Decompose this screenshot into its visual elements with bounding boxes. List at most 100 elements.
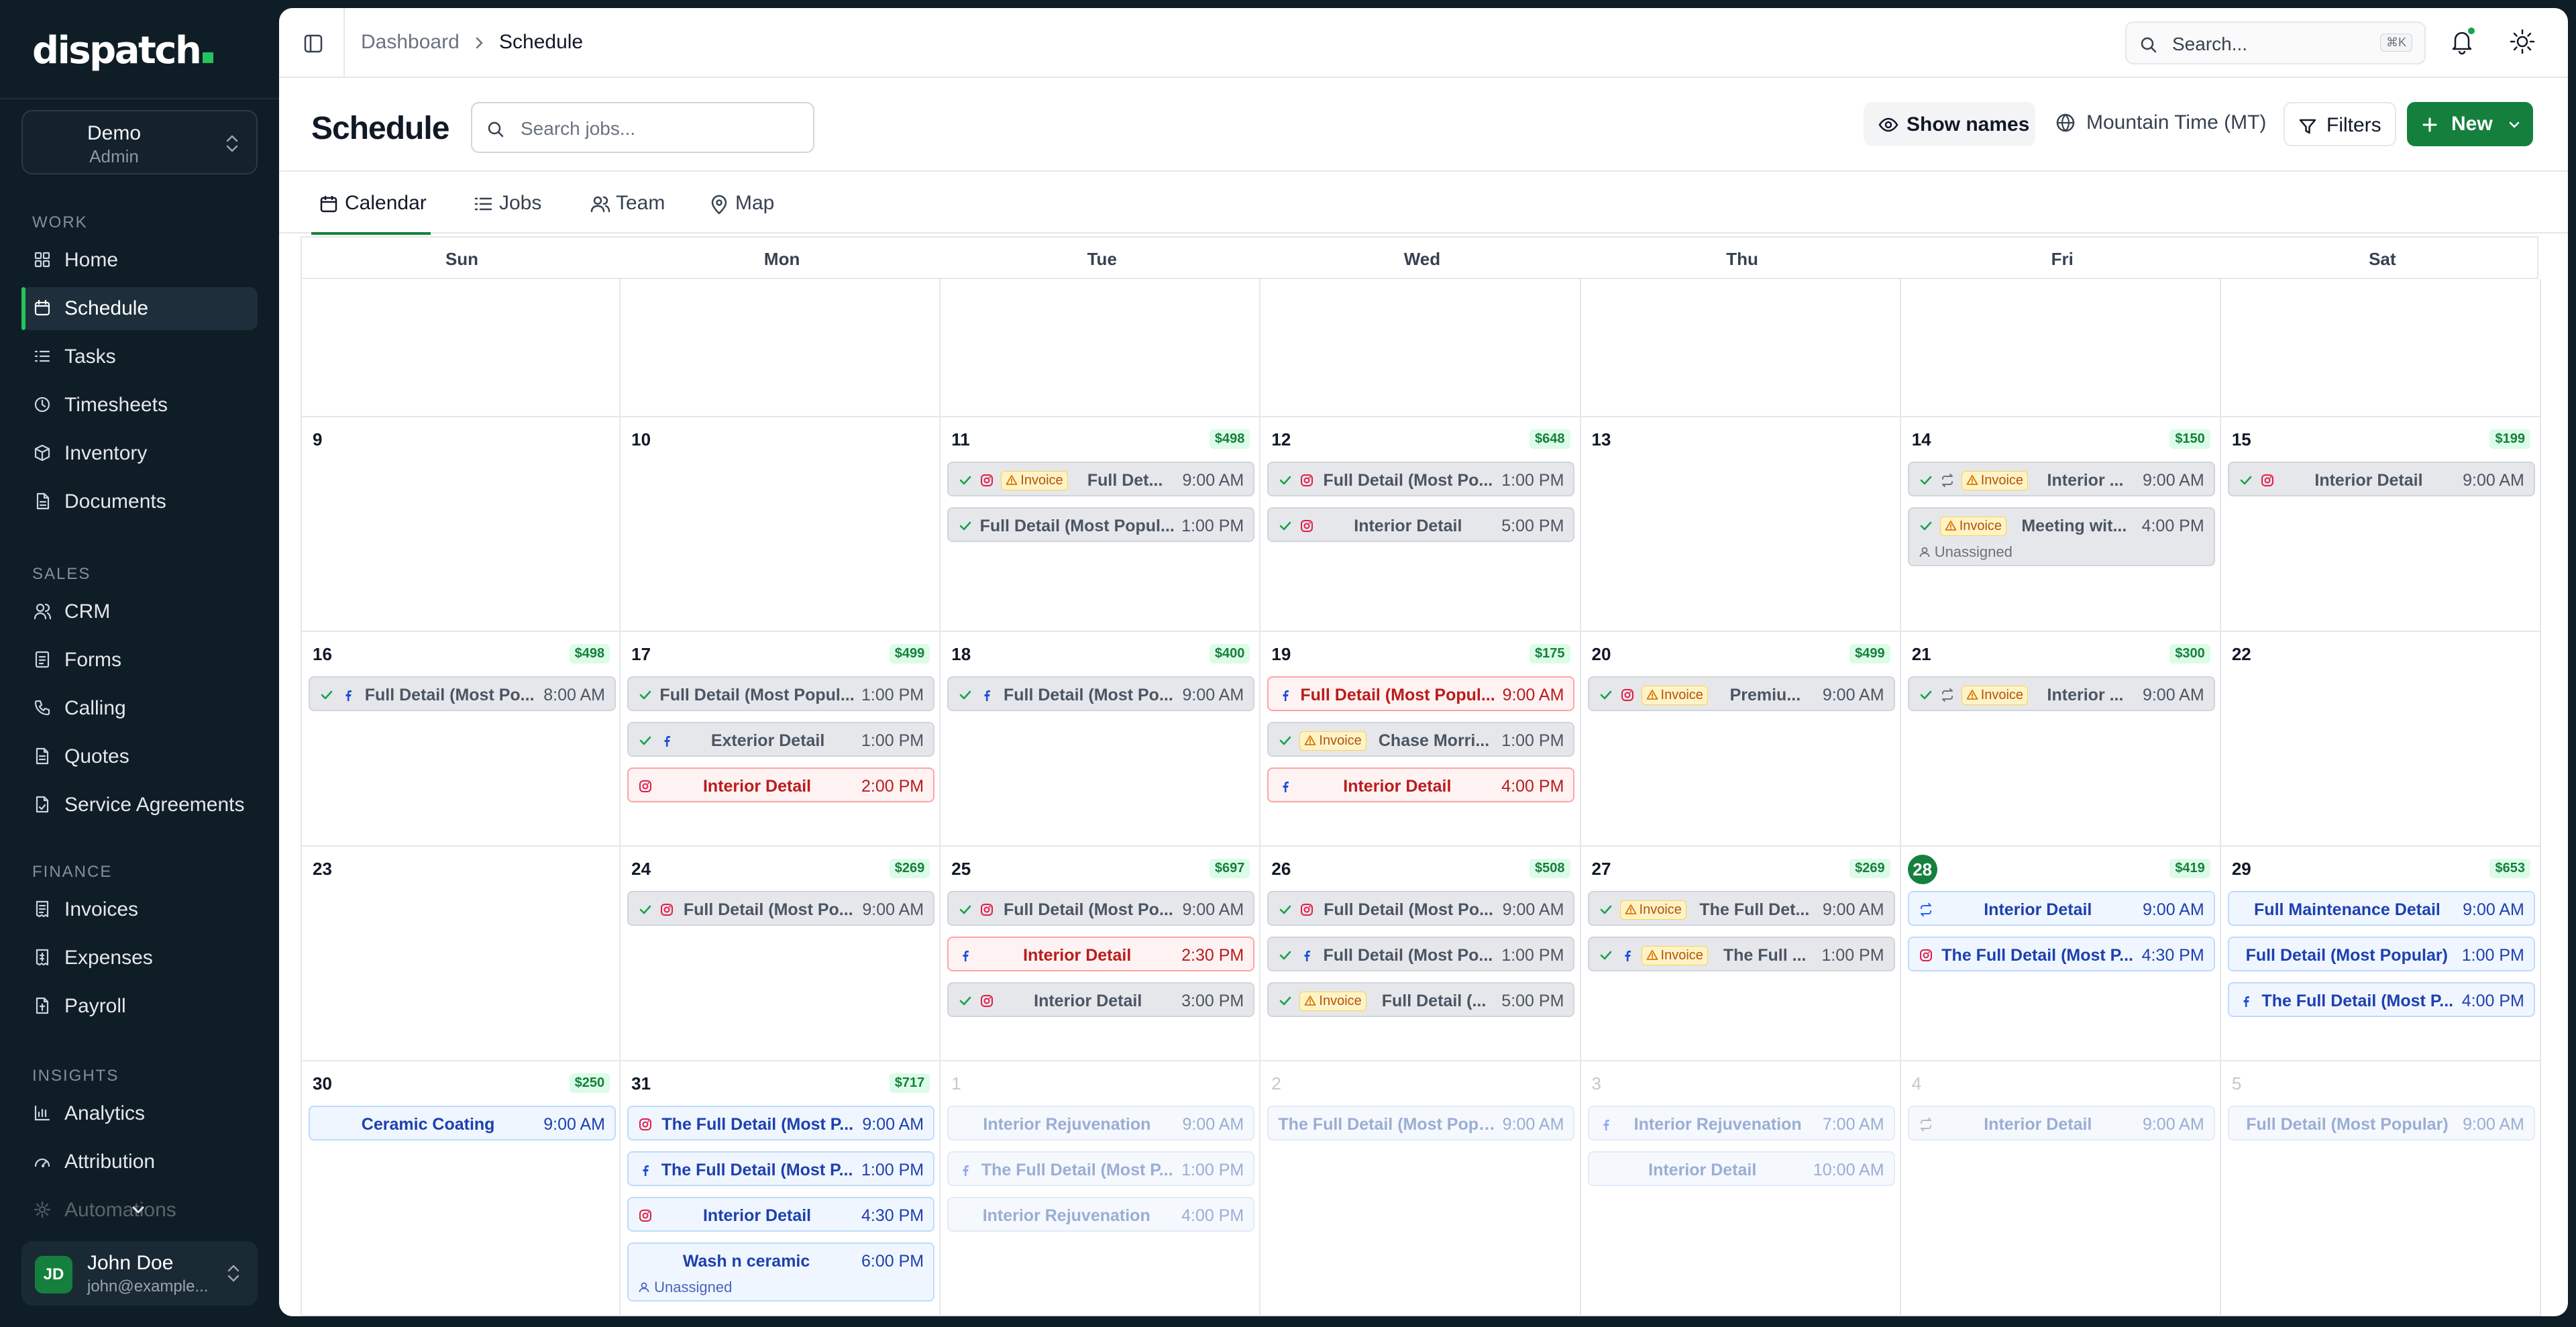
job-event[interactable]: Interior Detail 4:00 PM	[1267, 767, 1575, 802]
calendar-day-cell[interactable]: 9	[301, 417, 621, 632]
calendar-day-cell[interactable]	[1580, 279, 1901, 417]
job-event[interactable]: Full Detail (Most Po... 9:00 AM	[627, 891, 935, 926]
sidebar-item-schedule[interactable]: Schedule	[21, 287, 258, 330]
job-event[interactable]: Invoice Full Detail (... 5:00 PM	[1267, 982, 1575, 1017]
job-event[interactable]: Full Detail (Most Po... 9:00 AM	[947, 676, 1255, 711]
sun-icon[interactable]	[2509, 28, 2536, 55]
user-menu[interactable]: JD John Doe john@example...	[21, 1241, 258, 1306]
sidebar-item-expenses[interactable]: Expenses	[21, 937, 258, 979]
job-event[interactable]: Interior Detail 2:00 PM	[627, 767, 935, 802]
calendar-day-cell[interactable]: 10	[621, 417, 941, 632]
job-event[interactable]: The Full Detail (Most P... 1:00 PM	[947, 1151, 1255, 1186]
job-event[interactable]: Full Detail (Most Po... 9:00 AM	[947, 891, 1255, 926]
job-event[interactable]: Full Detail (Most Po... 1:00 PM	[1267, 462, 1575, 496]
sidebar-toggle-icon[interactable]	[303, 34, 323, 54]
job-event[interactable]: Full Detail (Most Popular) 9:00 AM	[2227, 1106, 2535, 1140]
job-event[interactable]: Interior Detail 9:00 AM	[2227, 462, 2535, 496]
new-button[interactable]: New	[2407, 102, 2533, 146]
sidebar-item-analytics[interactable]: Analytics	[21, 1092, 258, 1135]
job-event[interactable]: Interior Rejuvenation 7:00 AM	[1587, 1106, 1895, 1140]
sidebar-item-payroll[interactable]: Payroll	[21, 985, 258, 1028]
job-event[interactable]: Invoice Interior ... 9:00 AM	[1907, 676, 2215, 711]
tab-calendar[interactable]: Calendar	[311, 172, 431, 235]
calendar-day-cell[interactable]: 27 $269 Invoice The Full Det... 9:00 AM Invoi…	[1580, 847, 1901, 1061]
calendar-day-cell[interactable]: 1 Interior Rejuvenation 9:00 AM The Full De…	[941, 1061, 1261, 1316]
tab-map[interactable]: Map	[702, 172, 782, 233]
job-event[interactable]: Interior Detail 9:00 AM	[1907, 1106, 2215, 1140]
job-event[interactable]: Interior Detail 9:00 AM	[1907, 891, 2215, 926]
calendar-day-cell[interactable]	[301, 279, 621, 417]
job-event[interactable]: Full Maintenance Detail 9:00 AM	[2227, 891, 2535, 926]
calendar-day-cell[interactable]: 25 $697 Full Detail (Most Po... 9:00 AM Inte…	[941, 847, 1261, 1061]
job-event[interactable]: The Full Detail (Most P... 1:00 PM	[627, 1151, 935, 1186]
job-event[interactable]: Ceramic Coating 9:00 AM	[309, 1106, 616, 1140]
job-event[interactable]: Invoice Premiu... 9:00 AM	[1587, 676, 1895, 711]
job-event[interactable]: The Full Detail (Most P... 4:00 PM	[2227, 982, 2535, 1017]
calendar-day-cell[interactable]: 20 $499 Invoice Premiu... 9:00 AM	[1580, 632, 1901, 847]
sidebar-item-crm[interactable]: CRM	[21, 590, 258, 633]
calendar-day-cell[interactable]	[2220, 279, 2541, 417]
global-search[interactable]: Search... ⌘K	[2125, 21, 2426, 64]
calendar-day-cell[interactable]: 3 Interior Rejuvenation 7:00 AM Interior De…	[1580, 1061, 1901, 1316]
calendar-day-cell[interactable]	[1900, 279, 2221, 417]
job-event[interactable]: Full Detail (Most Popul... 1:00 PM	[947, 507, 1255, 542]
job-event[interactable]: Exterior Detail 1:00 PM	[627, 722, 935, 757]
sidebar-item-service-agreements[interactable]: Service Agreements	[21, 784, 258, 827]
calendar-day-cell[interactable]: 14 $150 Invoice Interior ... 9:00 AM Invoice M…	[1900, 417, 2221, 632]
job-event[interactable]: Full Detail (Most Po... 8:00 AM	[309, 676, 616, 711]
calendar-day-cell[interactable]: 21 $300 Invoice Interior ... 9:00 AM	[1900, 632, 2221, 847]
sidebar-item-tasks[interactable]: Tasks	[21, 335, 258, 378]
calendar-day-cell[interactable]: 26 $508 Full Detail (Most Po... 9:00 AM Full…	[1260, 847, 1581, 1061]
job-event[interactable]: Interior Rejuvenation 4:00 PM	[947, 1197, 1255, 1232]
show-names-button[interactable]: Show names	[1864, 102, 2035, 146]
job-event[interactable]: Invoice The Full ... 1:00 PM	[1587, 937, 1895, 971]
job-event[interactable]: Interior Detail 4:30 PM	[627, 1197, 935, 1232]
job-event[interactable]: Invoice Full Det... 9:00 AM	[947, 462, 1255, 496]
sidebar-item-home[interactable]: Home	[21, 239, 258, 282]
calendar-day-cell[interactable]: 11 $498 Invoice Full Det... 9:00 AM Full Deta…	[941, 417, 1261, 632]
sidebar-item-attribution[interactable]: Attribution	[21, 1140, 258, 1183]
job-event[interactable]: Full Detail (Most Popul... 1:00 PM	[627, 676, 935, 711]
calendar-day-cell[interactable]: 16 $498 Full Detail (Most Po... 8:00 AM	[301, 632, 621, 847]
calendar-day-cell[interactable]	[941, 279, 1261, 417]
calendar-day-cell[interactable]: 31 $717 The Full Detail (Most P... 9:00 AM T…	[621, 1061, 941, 1316]
tab-team[interactable]: Team	[582, 172, 665, 233]
job-event[interactable]: Full Detail (Most Popular) 1:00 PM	[2227, 937, 2535, 971]
calendar-day-cell[interactable]: 13	[1580, 417, 1901, 632]
job-event[interactable]: Full Detail (Most Po... 1:00 PM	[1267, 937, 1575, 971]
calendar-day-cell[interactable]: 12 $648 Full Detail (Most Po... 1:00 PM Inte…	[1260, 417, 1581, 632]
calendar-day-cell[interactable]: 19 $175 Full Detail (Most Popul... 9:00 AM I…	[1260, 632, 1581, 847]
job-event[interactable]: The Full Detail (Most P... 9:00 AM	[627, 1106, 935, 1140]
job-search-input[interactable]: Search jobs...	[471, 102, 814, 153]
job-event[interactable]: Interior Rejuvenation 9:00 AM	[947, 1106, 1255, 1140]
calendar-day-cell[interactable]	[1260, 279, 1581, 417]
filters-button[interactable]: Filters	[2284, 102, 2396, 146]
sidebar-item-invoices[interactable]: Invoices	[21, 888, 258, 931]
sidebar-item-documents[interactable]: Documents	[21, 480, 258, 523]
sidebar-item-timesheets[interactable]: Timesheets	[21, 384, 258, 427]
job-event[interactable]: Full Detail (Most Po... 9:00 AM	[1267, 891, 1575, 926]
job-event[interactable]: Invoice Meeting wit... 4:00 PM Unassigned	[1907, 507, 2215, 566]
calendar-day-cell[interactable]: 29 $653 Full Maintenance Detail 9:00 AM Full…	[2220, 847, 2541, 1061]
job-event[interactable]: The Full Detail (Most P... 4:30 PM	[1907, 937, 2215, 971]
job-event[interactable]: Full Detail (Most Popul... 9:00 AM	[1267, 676, 1575, 711]
timezone-selector[interactable]: Mountain Time (MT)	[2086, 111, 2266, 134]
calendar-day-cell[interactable]: 5 Full Detail (Most Popular) 9:00 AM	[2220, 1061, 2541, 1316]
job-event[interactable]: Wash n ceramic 6:00 PM Unassigned	[627, 1242, 935, 1302]
calendar-day-cell[interactable]: 17 $499 Full Detail (Most Popul... 1:00 PM E…	[621, 632, 941, 847]
sidebar-item-quotes[interactable]: Quotes	[21, 735, 258, 778]
calendar-day-cell[interactable]: 30 $250 Ceramic Coating 9:00 AM	[301, 1061, 621, 1316]
job-event[interactable]: Interior Detail 3:00 PM	[947, 982, 1255, 1017]
job-event[interactable]: Invoice Chase Morri... 1:00 PM	[1267, 722, 1575, 757]
sidebar-item-inventory[interactable]: Inventory	[21, 432, 258, 475]
org-switcher[interactable]: Demo Admin	[21, 110, 258, 174]
job-event[interactable]: Invoice The Full Det... 9:00 AM	[1587, 891, 1895, 926]
job-event[interactable]: Interior Detail 10:00 AM	[1587, 1151, 1895, 1186]
calendar-day-cell[interactable]	[621, 279, 941, 417]
calendar-day-cell[interactable]: 24 $269 Full Detail (Most Po... 9:00 AM	[621, 847, 941, 1061]
job-event[interactable]: Invoice Interior ... 9:00 AM	[1907, 462, 2215, 496]
job-event[interactable]: Interior Detail 5:00 PM	[1267, 507, 1575, 542]
job-event[interactable]: Interior Detail 2:30 PM	[947, 937, 1255, 971]
calendar-day-cell[interactable]: 22	[2220, 632, 2541, 847]
calendar-day-cell[interactable]: 2 The Full Detail (Most Popu... 9:00 AM	[1260, 1061, 1581, 1316]
